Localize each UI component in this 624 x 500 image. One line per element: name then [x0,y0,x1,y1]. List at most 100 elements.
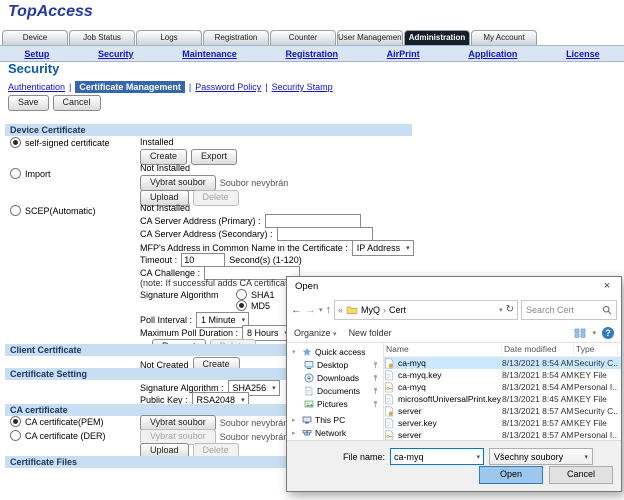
sidebar-item-pictures[interactable]: Pictures [287,397,383,410]
subnav-airprint[interactable]: AirPrint [387,49,420,59]
breadcrumb-myq[interactable]: MyQ [361,305,380,315]
subnav-maintenance[interactable]: Maintenance [182,49,237,59]
file-row[interactable]: server.key 8/13/2021 8:57 AM KEY File [384,417,621,429]
link-certificate-management-active[interactable]: Certificate Management [75,81,185,93]
open-button[interactable]: Open [479,466,543,484]
chevron-down-icon[interactable]: ▾ [592,329,596,337]
subnav-license[interactable]: License [566,49,600,59]
refresh-icon[interactable]: ↻ [506,305,514,315]
subnav-registration[interactable]: Registration [285,49,338,59]
tab-counter[interactable]: Counter [270,30,336,45]
ca-primary-input[interactable] [265,214,361,228]
ca-pem-radio[interactable] [10,416,21,427]
tab-device[interactable]: Device [2,30,68,45]
dialog-title: Open [295,281,318,292]
sha1-label[interactable]: SHA1 [251,290,275,300]
certificate-file-icon [384,406,398,417]
page-title: Security [8,61,59,76]
md5-label[interactable]: MD5 [251,301,270,311]
chevron-down-icon: ▾ [333,331,337,338]
tab-my-account[interactable]: My Account [471,30,537,45]
recent-locations-icon[interactable]: ▾ [319,306,323,314]
dialog-cancel-button[interactable]: Cancel [549,466,613,484]
help-icon[interactable]: ? [602,327,614,339]
ca-der-label[interactable]: CA certificate (DER) [25,431,106,441]
new-folder-button[interactable]: New folder [349,328,392,338]
key-file-icon [384,370,398,381]
pfx-file-icon [384,382,398,393]
sha1-radio[interactable] [236,289,247,300]
import-label[interactable]: Import [25,169,51,179]
mfp-address-select[interactable]: IP Address ▾ [352,240,414,256]
file-name-input[interactable]: ca-myq ▾ [390,448,484,465]
self-signed-radio[interactable] [10,137,21,148]
tab-registration[interactable]: Registration [203,30,269,45]
expand-icon[interactable]: ▾ [292,348,299,356]
tab-administration[interactable]: Administration [404,30,470,45]
pictures-icon [304,399,314,409]
tab-job-status[interactable]: Job Status [69,30,135,45]
link-password-policy[interactable]: Password Policy [195,82,261,92]
signature-algorithm-row: Signature Algorithm SHA1 [140,289,275,300]
forward-icon[interactable]: → [305,305,316,316]
choose-file-button[interactable]: Vybrat soubor [140,175,216,191]
address-dropdown-icon[interactable]: ▾ [499,306,503,314]
tab-logs[interactable]: Logs [136,30,202,45]
scep-label[interactable]: SCEP(Automatic) [25,206,96,216]
sidebar-label: Documents [317,386,360,396]
sidebar-item-downloads[interactable]: Downloads [287,371,383,384]
subnav-security[interactable]: Security [98,49,134,59]
ca-secondary-input[interactable] [277,227,373,241]
scep-radio[interactable] [10,205,21,216]
file-row[interactable]: microsoftUniversalPrint.key 8/13/2021 8:… [384,393,621,405]
search-placeholder: Search Cert [526,305,574,315]
collapse-icon[interactable]: ▸ [292,429,299,437]
file-type: Personal I... [574,430,618,440]
chevron-left-double-icon[interactable]: « [338,305,343,315]
ca-challenge-label: CA Challenge : [140,268,200,278]
view-mode-icon[interactable] [574,328,586,338]
self-signed-label[interactable]: self-signed certificate [25,138,110,148]
tab-user-management[interactable]: User Management [337,30,403,45]
close-icon[interactable]: × [593,277,621,296]
column-header-type[interactable]: Type [574,343,618,356]
import-file-row: Vybrat soubor Soubor nevybrán [140,175,288,191]
address-bar[interactable]: « MyQ › Cert ▾ ↻ [334,300,518,320]
file-row[interactable]: ca-myq.key 8/13/2021 8:54 AM KEY File [384,369,621,381]
organize-button[interactable]: Organize ▾ [294,328,337,338]
file-row[interactable]: ca-myq 8/13/2021 8:54 AM Personal I... [384,381,621,393]
ca-der-radio[interactable] [10,430,21,441]
subnav-application[interactable]: Application [468,49,517,59]
save-button[interactable]: Save [8,95,49,111]
file-type: Security C... [574,358,618,368]
sidebar-item-this-pc[interactable]: ▸ This PC [287,413,383,426]
back-icon[interactable]: ← [291,305,302,316]
cancel-button[interactable]: Cancel [53,95,101,111]
breadcrumb-cert[interactable]: Cert [389,305,406,315]
ca-pem-label[interactable]: CA certificate(PEM) [25,417,104,427]
export-button[interactable]: Export [191,149,237,165]
md5-radio[interactable] [236,300,247,311]
file-row-selected[interactable]: ca-myq 8/13/2021 8:54 AM Security C... [384,357,621,369]
column-header-name[interactable]: Name [384,343,502,356]
search-box[interactable]: Search Cert [521,300,617,320]
file-type-filter-select[interactable]: Všechny soubory ▾ [489,448,593,465]
import-radio[interactable] [10,168,21,179]
sidebar-item-documents[interactable]: Documents [287,384,383,397]
up-icon[interactable]: ↑ [326,305,332,316]
delete-button-disabled[interactable]: Delete [193,190,239,206]
topaccess-page: TopAccess Device Job Status Logs Registr… [0,0,624,500]
sidebar-item-desktop[interactable]: Desktop [287,358,383,371]
sidebar-item-quick-access[interactable]: ▾ Quick access [287,345,383,358]
sidebar-label: Quick access [315,347,366,357]
timeout-input[interactable] [181,253,225,267]
column-header-date-modified[interactable]: Date modified [502,343,574,356]
subnav-setup[interactable]: Setup [24,49,49,59]
link-authentication[interactable]: Authentication [8,82,65,92]
pin-icon [372,387,379,395]
scep-radio-row: SCEP(Automatic) [10,205,96,216]
file-row[interactable]: server 8/13/2021 8:57 AM Security C... [384,405,621,417]
link-security-stamp[interactable]: Security Stamp [272,82,333,92]
sidebar-item-network[interactable]: ▸ Network [287,426,383,439]
collapse-icon[interactable]: ▸ [292,416,299,424]
